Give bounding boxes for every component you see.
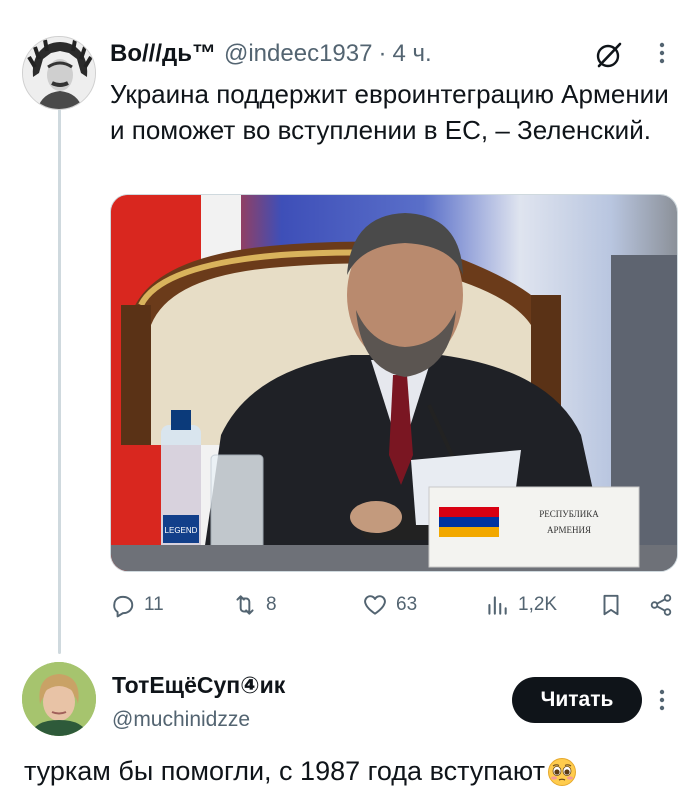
like-button[interactable]: 63 [362, 592, 417, 618]
author-avatar[interactable] [22, 36, 96, 110]
follow-button[interactable]: Читать [512, 677, 642, 723]
repost-button[interactable]: 8 [232, 592, 277, 618]
more-vertical-icon[interactable] [652, 685, 672, 715]
header-separator: · [378, 40, 387, 67]
reply-author-name[interactable]: ТотЕщёСуп④ик [112, 672, 285, 699]
tweet-text: Украина поддержит евроинтеграцию Армении… [110, 79, 669, 145]
views-count: 1,2K [518, 594, 558, 615]
reply-author-avatar[interactable] [22, 662, 96, 736]
tweet-media-photo[interactable]: LEGEND РЕСПУБЛИКА АРМЕНИЯ [110, 194, 678, 572]
bookmark-button[interactable] [598, 592, 624, 618]
photo-illustration: LEGEND РЕСПУБЛИКА АРМЕНИЯ [111, 195, 677, 571]
reply-text: туркам бы помогли, с 1987 года вступают [24, 756, 545, 786]
bookmark-icon [603, 594, 619, 616]
tweet-header: Bo///дь™ @indeec1937 · 4 ч. [110, 40, 432, 68]
grok-slash-icon[interactable] [594, 40, 624, 70]
repost-icon [236, 595, 254, 615]
tweet-actions-bar: 11 8 63 1,2K [110, 592, 678, 624]
share-icon [650, 594, 672, 616]
author-handle[interactable]: @indeec1937 [224, 40, 372, 68]
reply-tweet-text: туркам бы помогли, с 1987 года вступают [24, 756, 577, 787]
tweet-timestamp[interactable]: 4 ч. [392, 40, 431, 68]
repost-count: 8 [266, 594, 277, 615]
views-button[interactable]: 1,2K [484, 592, 557, 618]
like-count: 63 [396, 594, 418, 615]
reply-button[interactable]: 11 [110, 592, 164, 618]
thread-connector-line [58, 108, 61, 654]
avatar-image [23, 37, 95, 109]
views-icon [488, 596, 507, 615]
bottle-label: LEGEND [165, 526, 198, 535]
reply-author-handle[interactable]: @muchinidzze [112, 708, 250, 732]
share-button[interactable] [648, 592, 674, 618]
reply-icon [113, 595, 134, 618]
avatar-image [22, 662, 96, 736]
nameplate-line-2: АРМЕНИЯ [547, 525, 591, 535]
more-vertical-icon[interactable] [652, 38, 672, 68]
author-name[interactable]: Bo///дь™ [110, 40, 216, 68]
pleading-face-emoji [547, 757, 576, 786]
reply-count: 11 [144, 594, 164, 615]
heart-icon [364, 595, 386, 615]
nameplate-line-1: РЕСПУБЛИКА [539, 509, 599, 519]
